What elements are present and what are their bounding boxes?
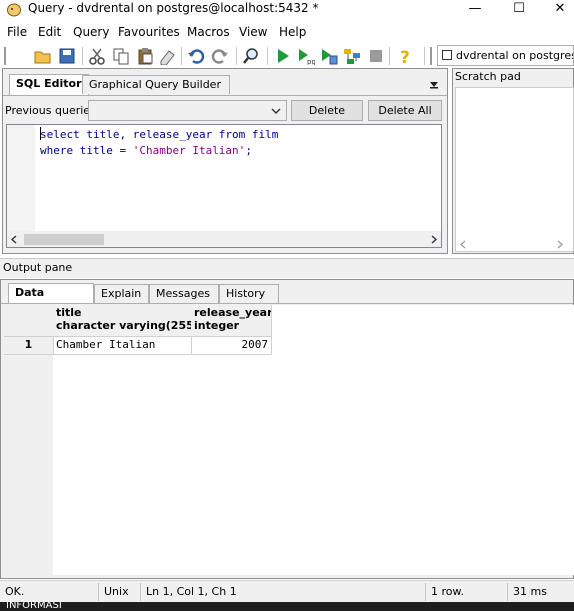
sql-string-literal: 'Chamber Italian' bbox=[132, 144, 246, 157]
help-icon[interactable]: ? bbox=[396, 47, 414, 65]
row-number[interactable]: 1 bbox=[4, 337, 54, 355]
output-pane-header bbox=[0, 258, 574, 278]
toolbar-separator bbox=[236, 47, 237, 65]
connection-checkbox[interactable] bbox=[442, 50, 452, 60]
connection-combo[interactable]: dvdrental on postgres@l bbox=[437, 45, 574, 66]
editor-gutter bbox=[7, 125, 35, 231]
svg-text:pg: pg bbox=[307, 58, 315, 65]
column-header-release-year[interactable]: release_year integer bbox=[191, 305, 272, 337]
scroll-thumb[interactable] bbox=[24, 234, 104, 245]
status-cursor-position: Ln 1, Col 1, Ch 1 bbox=[146, 585, 237, 598]
toolbar-grip bbox=[4, 47, 6, 65]
scroll-right-icon[interactable] bbox=[556, 240, 564, 249]
table-cell[interactable]: Chamber Italian bbox=[53, 337, 192, 355]
tabs-dropdown-icon[interactable] bbox=[429, 81, 439, 89]
svg-text:?: ? bbox=[400, 48, 410, 65]
scroll-left-icon[interactable] bbox=[459, 240, 467, 249]
paste-icon[interactable] bbox=[136, 47, 154, 65]
open-file-icon[interactable] bbox=[34, 47, 52, 65]
sql-token: where title = bbox=[40, 144, 133, 157]
delete-button[interactable]: Delete bbox=[291, 100, 363, 121]
save-icon[interactable] bbox=[58, 47, 76, 65]
tab-history[interactable]: History bbox=[219, 284, 279, 303]
tab-messages[interactable]: Messages bbox=[149, 284, 219, 303]
scroll-left-icon[interactable] bbox=[10, 235, 18, 244]
scratch-pad-title: Scratch pad bbox=[455, 70, 521, 83]
status-line-ending: Unix bbox=[104, 585, 129, 598]
sql-editor[interactable]: select title, release_year from film wher… bbox=[6, 124, 442, 248]
toolbar-grip bbox=[430, 47, 432, 65]
menu-macros[interactable]: Macros bbox=[187, 25, 230, 39]
tab-graphical-query-builder[interactable]: Graphical Query Builder bbox=[82, 75, 230, 94]
status-execution-time: 31 ms bbox=[513, 585, 547, 598]
elephant-app-icon bbox=[7, 3, 21, 17]
status-state: OK. bbox=[5, 585, 25, 598]
connection-label: dvdrental on postgres@l bbox=[456, 49, 573, 62]
tab-sql-editor[interactable]: SQL Editor bbox=[9, 74, 89, 95]
tab-data-output[interactable]: Data Output bbox=[8, 283, 94, 317]
column-type: character varying(255) bbox=[56, 319, 192, 332]
title-bar: Query - dvdrental on postgres@localhost:… bbox=[0, 0, 574, 20]
sql-token: ; bbox=[245, 144, 252, 157]
previous-queries-label: Previous queries bbox=[5, 104, 96, 117]
grid-corner[interactable] bbox=[4, 305, 54, 337]
text-cursor bbox=[40, 127, 41, 140]
execute-pgscript-icon[interactable]: pg bbox=[297, 47, 315, 65]
scroll-right-icon[interactable] bbox=[430, 235, 438, 244]
tab-divider bbox=[3, 95, 447, 96]
table-cell[interactable]: 2007 bbox=[191, 337, 272, 355]
column-type: integer bbox=[194, 319, 240, 332]
status-divider bbox=[98, 583, 99, 601]
toolbar-separator bbox=[267, 47, 268, 65]
maximize-button[interactable]: ☐ bbox=[505, 0, 533, 20]
toolbar-separator bbox=[82, 47, 83, 65]
toolbar-separator bbox=[181, 47, 182, 65]
redo-icon[interactable] bbox=[211, 47, 229, 65]
clear-icon[interactable] bbox=[158, 47, 176, 65]
column-header-title[interactable]: title character varying(255) bbox=[53, 305, 192, 337]
close-button[interactable]: ✕ bbox=[546, 0, 574, 20]
toolbar-separator bbox=[389, 47, 390, 65]
menu-edit[interactable]: Edit bbox=[38, 25, 61, 39]
status-row-count: 1 row. bbox=[431, 585, 464, 598]
execute-icon[interactable] bbox=[274, 47, 292, 65]
status-divider bbox=[140, 583, 141, 601]
toolbar-separator bbox=[424, 47, 425, 65]
find-icon[interactable] bbox=[242, 47, 260, 65]
tab-explain[interactable]: Explain bbox=[94, 284, 149, 303]
window-title: Query - dvdrental on postgres@localhost:… bbox=[28, 1, 319, 15]
tab-divider bbox=[1, 303, 573, 304]
minimize-button[interactable]: — bbox=[461, 0, 489, 20]
menu-query[interactable]: Query bbox=[73, 25, 109, 39]
cut-icon[interactable] bbox=[88, 47, 106, 65]
menu-view[interactable]: View bbox=[239, 25, 267, 39]
editor-horizontal-scrollbar[interactable] bbox=[7, 231, 441, 247]
sql-token: select title, release_year from film bbox=[40, 128, 279, 141]
menu-file[interactable]: File bbox=[7, 25, 27, 39]
status-bar: OK. Unix Ln 1, Col 1, Ch 1 1 row. 31 ms bbox=[0, 580, 574, 602]
execute-to-file-icon[interactable] bbox=[320, 47, 338, 65]
scratch-pad-text[interactable] bbox=[455, 87, 574, 252]
column-name: release_year bbox=[194, 306, 272, 319]
menu-favourites[interactable]: Favourites bbox=[118, 25, 180, 39]
taskbar: INFORMASI bbox=[0, 602, 574, 611]
undo-icon[interactable] bbox=[187, 47, 205, 65]
status-divider bbox=[507, 583, 508, 601]
sql-line[interactable]: select title, release_year from film bbox=[40, 128, 278, 141]
chevron-down-icon bbox=[271, 108, 281, 114]
column-name: title bbox=[56, 306, 82, 319]
cancel-icon[interactable] bbox=[367, 47, 385, 65]
status-divider bbox=[425, 583, 426, 601]
taskbar-label: INFORMASI bbox=[6, 602, 62, 611]
menu-bar: File Edit Query Favourites Macros View H… bbox=[0, 22, 574, 42]
copy-icon[interactable] bbox=[112, 47, 130, 65]
output-pane-title: Output pane bbox=[3, 261, 73, 274]
sql-line[interactable]: where title = 'Chamber Italian'; bbox=[40, 144, 252, 157]
delete-all-button[interactable]: Delete All bbox=[368, 100, 442, 121]
menu-help[interactable]: Help bbox=[279, 25, 306, 39]
previous-queries-select[interactable] bbox=[88, 100, 287, 121]
explain-icon[interactable] bbox=[343, 47, 361, 65]
